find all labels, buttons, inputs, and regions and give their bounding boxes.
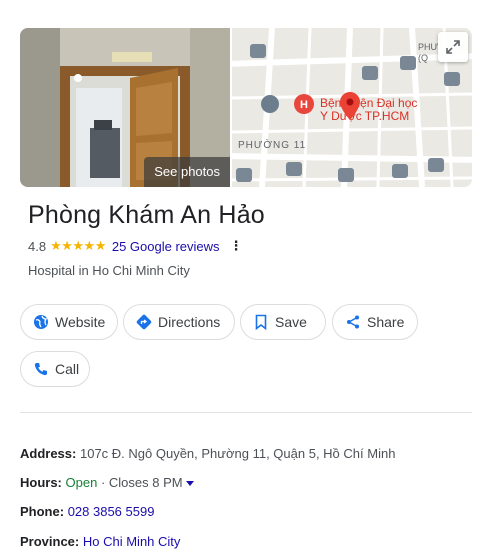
map-corner-label-1: PHƯ (418, 42, 439, 52)
save-label: Save (275, 314, 307, 330)
map-thumbnail[interactable]: H Bệnh viện Đại học Y Dược TP.HCM PHƯỜNG… (232, 28, 472, 187)
hours-dropdown-icon[interactable] (185, 481, 194, 487)
rating-row: 4.8 ★★★★★ 25 Google reviews ⋮ (28, 238, 243, 254)
map-hospital-label-2: Y Dược TP.HCM (320, 109, 409, 123)
map-hospital-label-1: Bệnh viện Đại học (320, 96, 417, 110)
place-title: Phòng Khám An Hảo (28, 201, 265, 229)
svg-text:H: H (300, 99, 308, 111)
reviews-link[interactable]: 25 Google reviews (112, 239, 220, 254)
hours-row: Hours: Open · Closes 8 PM (20, 475, 194, 490)
directions-button[interactable]: Directions (123, 304, 235, 340)
hours-open-status: Open (65, 475, 98, 490)
website-button[interactable]: Website (20, 304, 118, 340)
call-label: Call (55, 361, 80, 377)
rating-stars: ★★★★★ (50, 238, 106, 253)
hours-close-time[interactable]: · Closes 8 PM (101, 475, 183, 490)
phone-row: Phone: 028 3856 5599 (20, 504, 154, 519)
rating-value: 4.8 (28, 238, 47, 254)
expand-icon (446, 40, 460, 54)
share-icon (345, 314, 361, 330)
phone-link[interactable]: 028 3856 5599 (68, 504, 155, 519)
directions-label: Directions (158, 314, 221, 330)
expand-map-button[interactable] (438, 32, 468, 62)
address-value: 107c Đ. Ngô Quyền, Phường 11, Quận 5, Hồ… (79, 446, 396, 461)
province-link[interactable]: Ho Chi Minh City (83, 534, 181, 549)
map-ward-label: PHƯỜNG 11 (238, 138, 306, 151)
phone-label: Phone: (20, 504, 65, 519)
bookmark-icon (253, 314, 269, 330)
province-row: Province: Ho Chi Minh City (20, 534, 180, 549)
more-options-icon[interactable]: ⋮ (230, 238, 243, 254)
hours-label: Hours: (20, 475, 62, 490)
map-image: H Bệnh viện Đại học Y Dược TP.HCM PHƯỜNG… (232, 28, 472, 187)
share-button[interactable]: Share (332, 304, 418, 340)
globe-icon (33, 314, 49, 330)
see-photos-button[interactable]: See photos (144, 157, 230, 187)
map-corner-label-2: (Q (418, 53, 428, 63)
media-strip: See photos H Bệnh viện Đại học Y Dược TP… (20, 28, 472, 187)
address-row: Address: 107c Đ. Ngô Quyền, Phường 11, Q… (20, 446, 395, 461)
province-label: Province: (20, 534, 80, 549)
place-photo[interactable]: See photos (20, 28, 230, 187)
section-divider (20, 412, 472, 413)
place-category: Hospital in Ho Chi Minh City (28, 263, 190, 278)
address-label: Address: (20, 446, 77, 461)
directions-icon (136, 314, 152, 330)
call-button[interactable]: Call (20, 351, 90, 387)
website-label: Website (55, 314, 106, 330)
save-button[interactable]: Save (240, 304, 326, 340)
share-label: Share (367, 314, 405, 330)
phone-icon (33, 361, 49, 377)
